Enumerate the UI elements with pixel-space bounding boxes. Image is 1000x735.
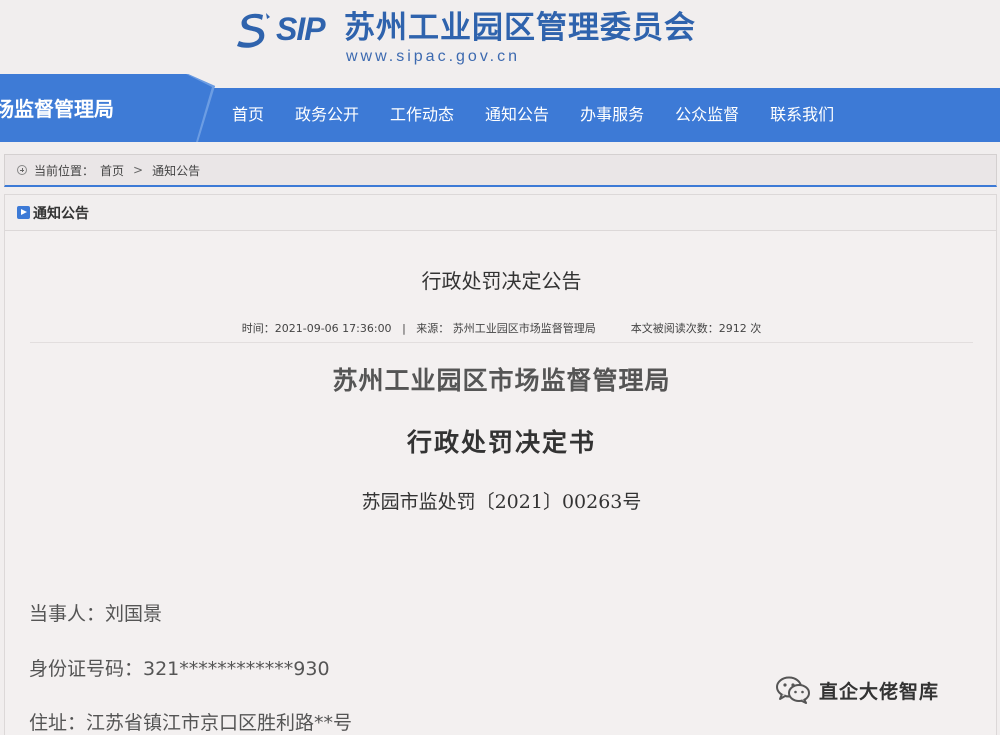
article-title: 行政处罚决定公告 [421,269,582,293]
site-url[interactable]: www.sipac.gov.cn [346,47,520,67]
publish-time: 时间：2021-09-06 17:36:00 [241,322,392,335]
breadcrumb-separator: > [133,163,144,177]
view-count: 本文被阅读次数：2912 次 [630,322,762,335]
panel-header: 通知公告 [5,195,996,231]
play-arrow-icon [17,206,30,219]
nav-menu: 首页 政务公开 工作动态 通知公告 办事服务 公众监督 联系我们 [230,88,863,142]
department-banner: 场监督管理局 [0,74,215,142]
breadcrumb-notices-link[interactable]: 通知公告 [152,162,200,179]
logo-text: SIP [276,11,326,47]
watermark-text: 直企大佬智库 [819,680,940,703]
site-title[interactable]: 苏州工业园区管理委员会 [344,8,696,48]
document-type: 行政处罚决定书 [406,428,596,457]
breadcrumb: 当前位置： 首页 > 通知公告 [4,154,997,187]
nav-item-gov-affairs[interactable]: 政务公开 [295,88,359,142]
divider-line [30,342,973,343]
article-source: 来源： 苏州工业园区市场监督管理局 [416,322,596,335]
content-panel: 通知公告 行政处罚决定公告 时间：2021-09-06 17:36:00 | 来… [4,194,997,735]
department-name[interactable]: 场监督管理局 [0,96,114,122]
issuing-organization: 苏州工业园区市场监督管理局 [332,366,671,395]
nav-item-public-supervision[interactable]: 公众监督 [675,88,739,142]
breadcrumb-label: 当前位置： [34,163,95,178]
nav-item-contact[interactable]: 联系我们 [770,88,834,142]
watermark: 直企大佬智库 [775,676,939,704]
sip-logo-icon [237,13,270,48]
section-title: 通知公告 [33,205,89,222]
document-number: 苏园市监处罚〔2021〕00263号 [361,491,642,513]
breadcrumb-home-link[interactable]: 首页 [100,162,124,179]
party-name: 当事人：刘国景 [29,603,163,625]
nav-item-work-news[interactable]: 工作动态 [390,88,454,142]
wechat-icon [776,676,810,704]
location-icon [17,165,27,175]
article-meta: 时间：2021-09-06 17:36:00 | 来源： 苏州工业园区市场监督管… [5,320,998,336]
address: 住址：江苏省镇江市京口区胜利路**号 [29,712,353,734]
nav-item-services[interactable]: 办事服务 [580,88,644,142]
meta-divider: | [402,322,406,335]
id-number: 身份证号码：321************930 [29,658,330,680]
site-header: SIP 苏州工业园区管理委员会 www.sipac.gov.cn [0,0,1000,74]
nav-item-notices[interactable]: 通知公告 [485,88,549,142]
nav-item-home[interactable]: 首页 [232,88,264,142]
